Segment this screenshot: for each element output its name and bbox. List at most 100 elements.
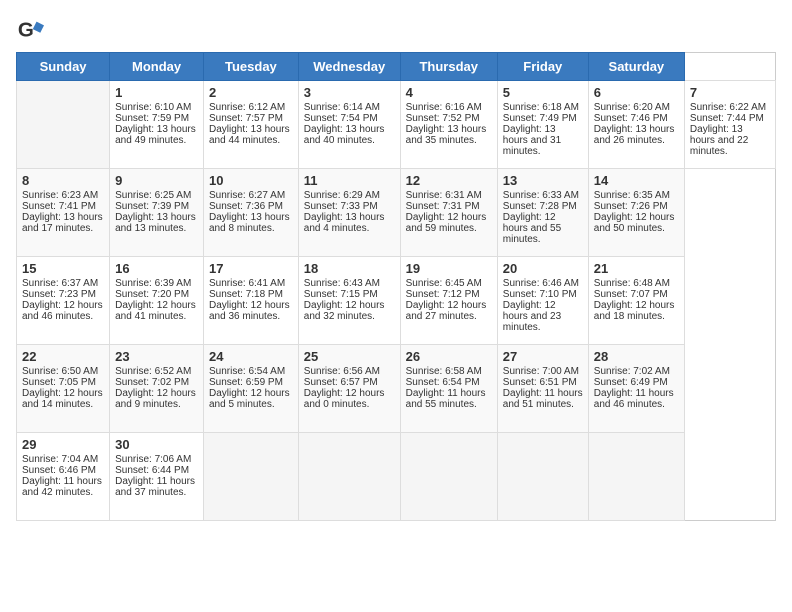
day-number: 10 (209, 173, 293, 188)
day-number: 20 (503, 261, 583, 276)
daylight-text: Daylight: 12 hours and 59 minutes. (406, 212, 487, 234)
empty-cell (17, 81, 110, 169)
daylight-text: Daylight: 13 hours and 26 minutes. (594, 124, 675, 146)
calendar-cell: 25Sunrise: 6:56 AMSunset: 6:57 PMDayligh… (298, 345, 400, 433)
day-number: 30 (115, 437, 198, 452)
sunrise-text: Sunrise: 6:50 AM (22, 366, 98, 377)
weekday-header-monday: Monday (110, 53, 204, 81)
calendar-cell: 26Sunrise: 6:58 AMSunset: 6:54 PMDayligh… (400, 345, 497, 433)
calendar-cell: 14Sunrise: 6:35 AMSunset: 7:26 PMDayligh… (588, 169, 684, 257)
daylight-text: Daylight: 13 hours and 22 minutes. (690, 124, 748, 157)
day-number: 7 (690, 85, 770, 100)
daylight-text: Daylight: 12 hours and 5 minutes. (209, 388, 290, 410)
sunrise-text: Sunrise: 6:54 AM (209, 366, 285, 377)
day-number: 27 (503, 349, 583, 364)
sunrise-text: Sunrise: 6:39 AM (115, 278, 191, 289)
sunrise-text: Sunrise: 6:18 AM (503, 102, 579, 113)
sunrise-text: Sunrise: 6:27 AM (209, 190, 285, 201)
day-number: 29 (22, 437, 104, 452)
calendar-cell: 13Sunrise: 6:33 AMSunset: 7:28 PMDayligh… (497, 169, 588, 257)
daylight-text: Daylight: 13 hours and 13 minutes. (115, 212, 196, 234)
calendar-cell: 30Sunrise: 7:06 AMSunset: 6:44 PMDayligh… (110, 433, 204, 521)
sunset-text: Sunset: 6:46 PM (22, 465, 96, 476)
calendar-cell: 28Sunrise: 7:02 AMSunset: 6:49 PMDayligh… (588, 345, 684, 433)
sunset-text: Sunset: 7:59 PM (115, 113, 189, 124)
sunset-text: Sunset: 7:54 PM (304, 113, 378, 124)
weekday-header-wednesday: Wednesday (298, 53, 400, 81)
sunset-text: Sunset: 7:31 PM (406, 201, 480, 212)
daylight-text: Daylight: 11 hours and 51 minutes. (503, 388, 583, 410)
day-number: 9 (115, 173, 198, 188)
day-number: 23 (115, 349, 198, 364)
sunrise-text: Sunrise: 6:37 AM (22, 278, 98, 289)
sunrise-text: Sunrise: 6:31 AM (406, 190, 482, 201)
daylight-text: Daylight: 13 hours and 4 minutes. (304, 212, 385, 234)
sunset-text: Sunset: 7:49 PM (503, 113, 577, 124)
calendar-cell (588, 433, 684, 521)
daylight-text: Daylight: 13 hours and 49 minutes. (115, 124, 196, 146)
sunrise-text: Sunrise: 6:33 AM (503, 190, 579, 201)
daylight-text: Daylight: 13 hours and 40 minutes. (304, 124, 385, 146)
daylight-text: Daylight: 13 hours and 31 minutes. (503, 124, 561, 157)
sunrise-text: Sunrise: 6:56 AM (304, 366, 380, 377)
day-number: 18 (304, 261, 395, 276)
sunset-text: Sunset: 6:49 PM (594, 377, 668, 388)
sunset-text: Sunset: 6:51 PM (503, 377, 577, 388)
calendar-cell: 17Sunrise: 6:41 AMSunset: 7:18 PMDayligh… (204, 257, 299, 345)
daylight-text: Daylight: 13 hours and 8 minutes. (209, 212, 290, 234)
sunset-text: Sunset: 7:44 PM (690, 113, 764, 124)
calendar-cell: 10Sunrise: 6:27 AMSunset: 7:36 PMDayligh… (204, 169, 299, 257)
sunrise-text: Sunrise: 6:45 AM (406, 278, 482, 289)
sunset-text: Sunset: 7:18 PM (209, 289, 283, 300)
sunset-text: Sunset: 7:02 PM (115, 377, 189, 388)
calendar-cell (298, 433, 400, 521)
daylight-text: Daylight: 12 hours and 36 minutes. (209, 300, 290, 322)
day-number: 2 (209, 85, 293, 100)
daylight-text: Daylight: 12 hours and 14 minutes. (22, 388, 103, 410)
calendar-cell: 5 Sunrise: 6:18 AMSunset: 7:49 PMDaylight… (497, 81, 588, 169)
day-number: 24 (209, 349, 293, 364)
day-number: 8 (22, 173, 104, 188)
week-row-3: 15Sunrise: 6:37 AMSunset: 7:23 PMDayligh… (17, 257, 776, 345)
logo-icon: G (16, 16, 44, 44)
calendar-cell: 1Sunrise: 6:10 AMSunset: 7:59 PMDaylight… (110, 81, 204, 169)
day-number: 5 (503, 85, 583, 100)
sunrise-text: Sunrise: 6:25 AM (115, 190, 191, 201)
sunrise-text: Sunrise: 6:46 AM (503, 278, 579, 289)
sunrise-text: Sunrise: 6:29 AM (304, 190, 380, 201)
daylight-text: Daylight: 11 hours and 37 minutes. (115, 476, 195, 498)
day-number: 14 (594, 173, 679, 188)
daylight-text: Daylight: 12 hours and 55 minutes. (503, 212, 561, 245)
sunset-text: Sunset: 7:46 PM (594, 113, 668, 124)
daylight-text: Daylight: 12 hours and 27 minutes. (406, 300, 487, 322)
page-header: G (16, 16, 776, 44)
calendar-cell: 2Sunrise: 6:12 AMSunset: 7:57 PMDaylight… (204, 81, 299, 169)
sunrise-text: Sunrise: 6:16 AM (406, 102, 482, 113)
calendar-cell: 18Sunrise: 6:43 AMSunset: 7:15 PMDayligh… (298, 257, 400, 345)
daylight-text: Daylight: 12 hours and 41 minutes. (115, 300, 196, 322)
calendar-cell: 3Sunrise: 6:14 AMSunset: 7:54 PMDaylight… (298, 81, 400, 169)
day-number: 15 (22, 261, 104, 276)
day-number: 12 (406, 173, 492, 188)
logo: G (16, 16, 48, 44)
sunset-text: Sunset: 7:39 PM (115, 201, 189, 212)
sunset-text: Sunset: 7:12 PM (406, 289, 480, 300)
day-number: 16 (115, 261, 198, 276)
sunrise-text: Sunrise: 6:43 AM (304, 278, 380, 289)
calendar-cell: 12 Sunrise: 6:31 AMSunset: 7:31 PMDayligh… (400, 169, 497, 257)
calendar-cell: 9 Sunrise: 6:25 AMSunset: 7:39 PMDaylight… (110, 169, 204, 257)
sunrise-text: Sunrise: 6:10 AM (115, 102, 191, 113)
sunrise-text: Sunrise: 6:14 AM (304, 102, 380, 113)
weekday-header-friday: Friday (497, 53, 588, 81)
calendar-cell: 11Sunrise: 6:29 AMSunset: 7:33 PMDayligh… (298, 169, 400, 257)
sunset-text: Sunset: 7:28 PM (503, 201, 577, 212)
sunrise-text: Sunrise: 7:06 AM (115, 454, 191, 465)
daylight-text: Daylight: 12 hours and 23 minutes. (503, 300, 561, 333)
calendar-cell: 16 Sunrise: 6:39 AMSunset: 7:20 PMDayligh… (110, 257, 204, 345)
day-number: 28 (594, 349, 679, 364)
calendar-table: SundayMondayTuesdayWednesdayThursdayFrid… (16, 52, 776, 521)
sunrise-text: Sunrise: 6:22 AM (690, 102, 766, 113)
week-row-5: 29Sunrise: 7:04 AMSunset: 6:46 PMDayligh… (17, 433, 776, 521)
sunset-text: Sunset: 7:20 PM (115, 289, 189, 300)
sunrise-text: Sunrise: 6:20 AM (594, 102, 670, 113)
